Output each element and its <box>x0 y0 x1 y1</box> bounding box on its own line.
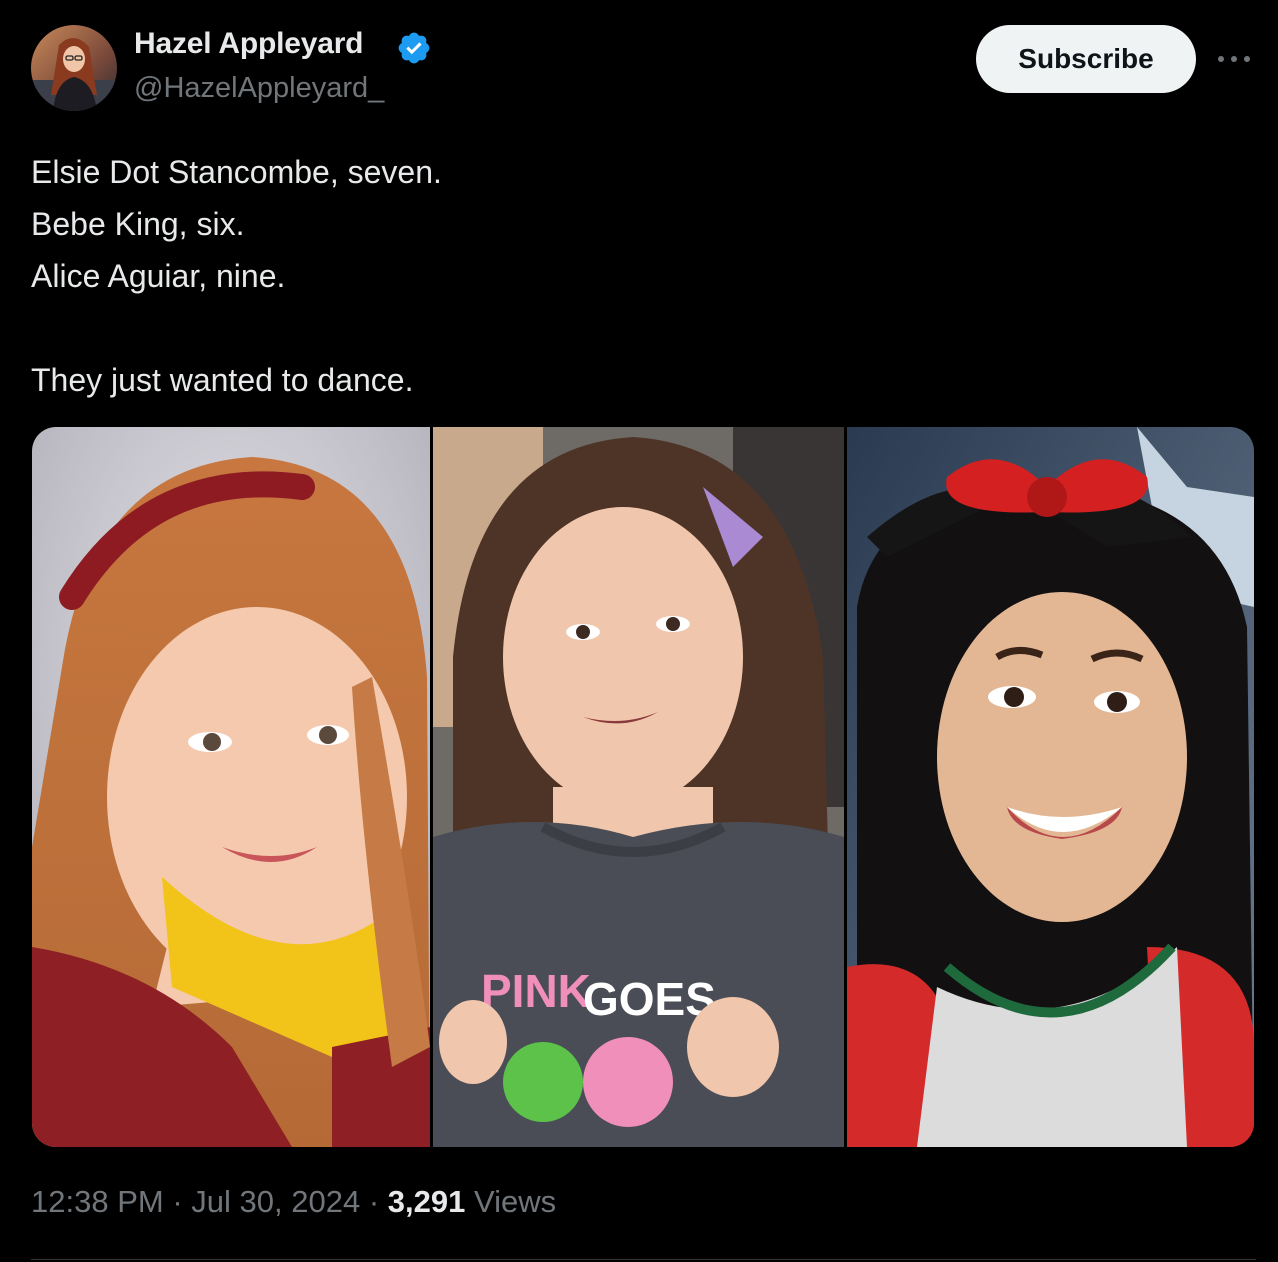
tweet-time[interactable]: 12:38 PM <box>31 1184 164 1219</box>
views-label[interactable]: Views <box>474 1184 556 1219</box>
more-options-icon[interactable] <box>1214 44 1254 74</box>
meta-separator: · <box>368 1184 380 1219</box>
tweet-date[interactable]: Jul 30, 2024 <box>191 1184 360 1219</box>
photo-2[interactable]: PINK GOES <box>433 427 844 1147</box>
tweet-line: Elsie Dot Stancombe, seven. <box>31 154 442 190</box>
tweet: Hazel Appleyard @HazelAppleyard_ Subscri… <box>0 0 1278 1262</box>
views-count[interactable]: 3,291 <box>388 1184 466 1219</box>
tweet-line: Alice Aguiar, nine. <box>31 258 286 294</box>
photo-3[interactable] <box>847 427 1254 1147</box>
tweet-line: Bebe King, six. <box>31 206 245 242</box>
verified-badge-icon[interactable] <box>396 30 432 66</box>
avatar-image <box>31 25 117 111</box>
author-handle[interactable]: @HazelAppleyard_ <box>134 72 384 105</box>
tweet-meta: 12:38 PM · Jul 30, 2024 · 3,291 Views <box>31 1184 556 1220</box>
photo-1[interactable] <box>32 427 430 1147</box>
photo-1-image <box>32 427 430 1147</box>
avatar[interactable] <box>31 25 117 111</box>
author-display-name[interactable]: Hazel Appleyard <box>134 27 363 61</box>
shirt-text-pink: PINK <box>481 965 591 1017</box>
shirt-text-goes: GOES <box>583 973 716 1025</box>
tweet-text: Elsie Dot Stancombe, seven. Bebe King, s… <box>31 146 1211 406</box>
divider-line <box>31 1259 1256 1260</box>
subscribe-button[interactable]: Subscribe <box>976 25 1196 93</box>
paragraph-break <box>31 302 1211 354</box>
media-grid[interactable]: PINK GOES <box>32 427 1254 1147</box>
tweet-line: They just wanted to dance. <box>31 362 414 398</box>
meta-separator: · <box>172 1184 183 1219</box>
photo-2-image: PINK GOES <box>433 427 844 1147</box>
photo-3-image <box>847 427 1254 1147</box>
